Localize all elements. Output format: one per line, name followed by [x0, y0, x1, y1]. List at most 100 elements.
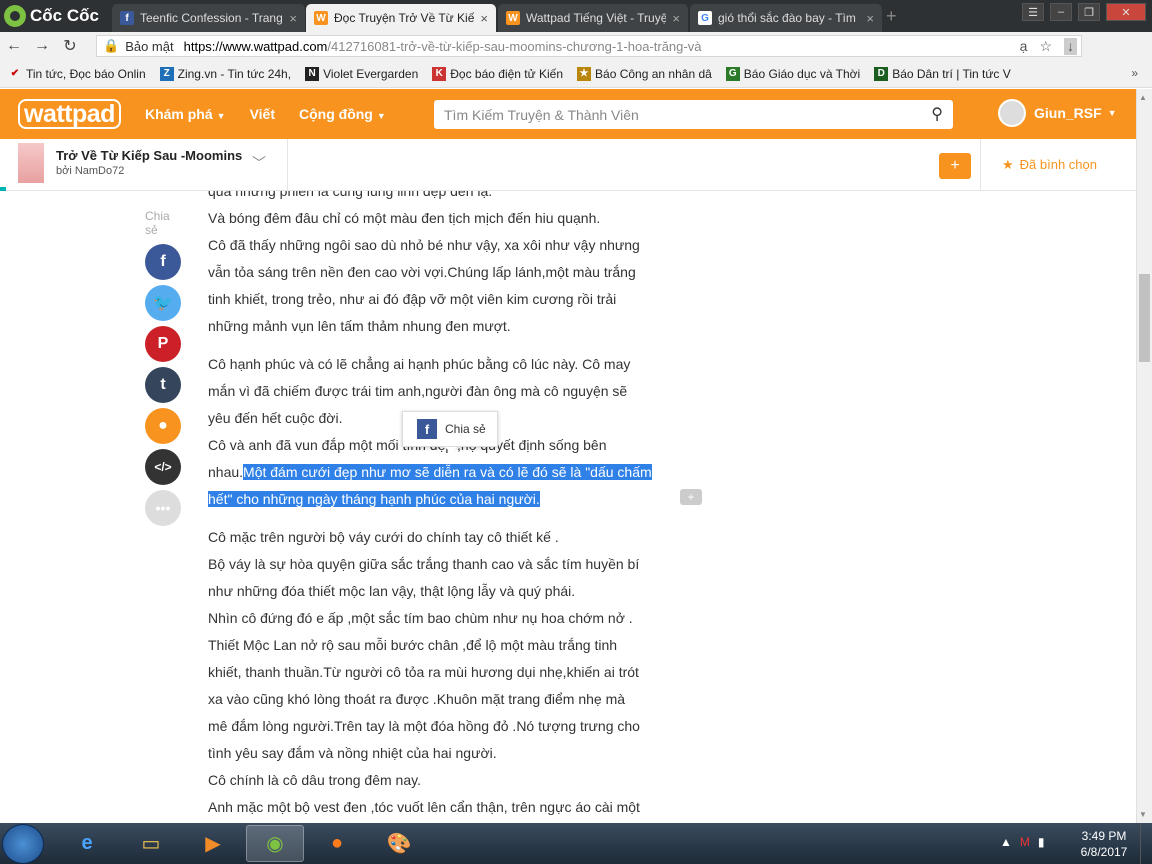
twitter-share-icon[interactable]: 🐦 [145, 285, 181, 321]
search-placeholder: Tìm Kiếm Truyện & Thành Viên [444, 106, 639, 123]
tab-wattpad-story[interactable]: W Đọc Truyện Trở Về Từ Kiếp × [306, 4, 496, 32]
forward-arrow-icon[interactable]: → [28, 37, 56, 55]
bookmark-violet[interactable]: N Violet Evergarden [305, 66, 418, 81]
dantri-icon: D [874, 66, 889, 81]
coccoc-taskbar-icon[interactable]: ◉ [246, 825, 304, 862]
tumblr-share-icon[interactable]: t [145, 367, 181, 403]
close-window-icon[interactable]: ✕ [1106, 3, 1146, 21]
antivirus-icon[interactable]: M [1020, 835, 1030, 849]
system-clock[interactable]: 3:49 PM 6/8/2017 [1076, 828, 1132, 860]
add-to-list-button[interactable]: + [939, 153, 971, 179]
tab-wattpad-vn[interactable]: W Wattpad Tiếng Việt - Truyệ × [498, 4, 688, 32]
close-tab-icon[interactable]: × [866, 11, 874, 26]
back-arrow-icon[interactable]: ← [0, 37, 28, 55]
nav-community-label: Cộng đồng [299, 106, 373, 122]
browser-tab-strip: Cốc Cốc f Teenfic Confession - Trang × W… [0, 0, 1152, 32]
more-options-icon[interactable]: ••• [145, 490, 181, 526]
bookmark-tintuc[interactable]: ✔ Tin tức, Đọc báo Onlin [8, 67, 146, 81]
story-cover[interactable] [18, 143, 44, 183]
nav-write[interactable]: Viết [250, 106, 275, 122]
start-button[interactable] [2, 824, 44, 864]
bookmark-label: Tin tức, Đọc báo Onlin [26, 66, 146, 81]
selected-text: Một đám cưới đẹp như mơ sẽ diễn ra và có… [243, 464, 652, 480]
text-plain: nhau. [208, 464, 244, 480]
chevron-down-icon[interactable]: ﹀ [252, 153, 266, 173]
tab-teenfic[interactable]: f Teenfic Confession - Trang × [112, 4, 305, 32]
google-icon: G [698, 11, 712, 25]
scroll-up-icon[interactable]: ▲ [1139, 93, 1147, 102]
download-arrow-icon[interactable]: ↓ [1064, 38, 1077, 55]
bookmark-dantri[interactable]: D Báo Dân trí | Tin tức V [874, 66, 1011, 81]
close-tab-icon[interactable]: × [289, 11, 297, 26]
text-line: Cô chính là cô dâu trong đêm nay. [208, 772, 421, 788]
close-tab-icon[interactable]: × [480, 11, 488, 26]
show-desktop-button[interactable] [1140, 823, 1152, 864]
more-bookmarks-icon[interactable]: » [1131, 66, 1138, 80]
facebook-icon: f [417, 419, 437, 439]
clock-date: 6/8/2017 [1080, 845, 1128, 859]
text-line: như những đóa thiết mộc lan vậy, thật lộ… [208, 583, 576, 599]
secure-label: Bảo mật [125, 38, 174, 54]
text-line: những mảnh vụn lên tấm thảm nhung đen mư… [208, 318, 511, 334]
text-line: Nhìn cô đứng đó e ấp ,một sắc tím bao ch… [208, 610, 633, 626]
url-field[interactable]: 🔒 Bảo mật https://www.wattpad.com/412716… [96, 35, 1082, 57]
search-input[interactable]: Tìm Kiếm Truyện & Thành Viên ⚲ [434, 100, 953, 129]
bookmark-kienthuc[interactable]: K Đọc báo điện tử Kiến [432, 66, 563, 81]
divider [287, 139, 288, 191]
tray-arrow-icon[interactable]: ▲ [1000, 835, 1012, 849]
bookmark-star-icon[interactable]: ☆ [1039, 38, 1052, 55]
tab-label: Wattpad Tiếng Việt - Truyệ [526, 11, 667, 25]
text-line: Cô mặc trên người bộ váy cưới do chính t… [208, 529, 559, 545]
bookmarks-bar: ✔ Tin tức, Đọc báo Onlin Z Zing.vn - Tin t… [0, 60, 1152, 88]
story-title[interactable]: Trở Về Từ Kiếp Sau -Moomins [56, 148, 242, 163]
bookmark-zing[interactable]: Z Zing.vn - Tin tức 24h, [159, 66, 291, 81]
nav-explore[interactable]: Khám phá ▼ [145, 106, 226, 122]
page-scrollbar[interactable]: ▲ ▼ [1136, 89, 1152, 823]
text-line: mê đắm lòng người.Trên tay là một đóa hồ… [208, 718, 640, 734]
minimize-icon[interactable]: – [1050, 3, 1072, 21]
coccoc-logo[interactable]: Cốc Cốc [4, 4, 99, 28]
firefox-icon[interactable]: ● [308, 825, 366, 862]
coccoc-logo-icon [4, 5, 26, 27]
star-icon: ★ [1002, 157, 1014, 172]
vote-button[interactable]: ★ Đã bình chọn [1002, 157, 1097, 173]
pinterest-share-icon[interactable]: P [145, 326, 181, 362]
new-tab-button[interactable]: + [886, 6, 897, 27]
paint-icon[interactable]: 🎨 [370, 825, 428, 862]
share-selection-popup[interactable]: f Chia sẻ [402, 411, 498, 453]
wattpad-logo[interactable]: wattpad [18, 99, 121, 129]
tab-google-search[interactable]: G gió thổi sắc đào bay - Tìm × [690, 4, 882, 32]
scroll-thumb[interactable] [1139, 274, 1150, 362]
share-rail: Chia sẻ f 🐦 P t ● </> ••• [145, 207, 181, 526]
close-tab-icon[interactable]: × [672, 11, 680, 26]
reload-icon[interactable]: ↻ [56, 36, 84, 56]
nav-explore-label: Khám phá [144, 106, 213, 122]
menu-icon[interactable]: ☰ [1022, 3, 1044, 21]
share-popup-label: Chia sẻ [445, 422, 486, 436]
search-icon[interactable]: ⚲ [931, 104, 943, 124]
bookmark-cand[interactable]: ★ Báo Công an nhân dâ [577, 66, 712, 81]
network-icon[interactable]: ▮ [1038, 835, 1045, 849]
reading-area: Chia sẻ f 🐦 P t ● </> ••• qua những phiế… [0, 191, 1136, 823]
user-menu[interactable]: Giun_RSF ▼ [998, 99, 1117, 127]
user-share-icon[interactable]: ● [145, 408, 181, 444]
netflix-icon: N [305, 66, 320, 81]
bookmark-giaoduc[interactable]: G Báo Giáo dục và Thời [725, 66, 860, 81]
story-toolbar: Trở Về Từ Kiếp Sau -Moomins bởi NamDo72 … [0, 139, 1136, 191]
url-path: /412716081-trở-về-từ-kiếp-sau-moomins-ch… [327, 38, 702, 54]
scroll-down-icon[interactable]: ▼ [1139, 810, 1147, 819]
inline-comment-icon[interactable]: + [680, 489, 702, 505]
windows-taskbar: e ▭ ▶ ◉ ● 🎨 ▲ M ▮ 3:49 PM 6/8/2017 [0, 823, 1152, 864]
media-player-icon[interactable]: ▶ [184, 825, 242, 862]
address-bar: ← → ↻ 🔒 Bảo mật https://www.wattpad.com/… [0, 32, 1152, 83]
facebook-share-icon[interactable]: f [145, 244, 181, 280]
nav-community[interactable]: Cộng đồng ▼ [299, 106, 386, 122]
translate-icon[interactable]: ạ [1020, 38, 1028, 55]
file-explorer-icon[interactable]: ▭ [122, 825, 180, 862]
internet-explorer-icon[interactable]: e [58, 825, 116, 862]
bookmark-label: Báo Dân trí | Tin tức V [892, 66, 1011, 81]
embed-code-icon[interactable]: </> [145, 449, 181, 485]
restore-icon[interactable]: ❐ [1078, 3, 1100, 21]
facebook-icon: f [120, 11, 134, 25]
story-author[interactable]: bởi NamDo72 [56, 165, 124, 177]
